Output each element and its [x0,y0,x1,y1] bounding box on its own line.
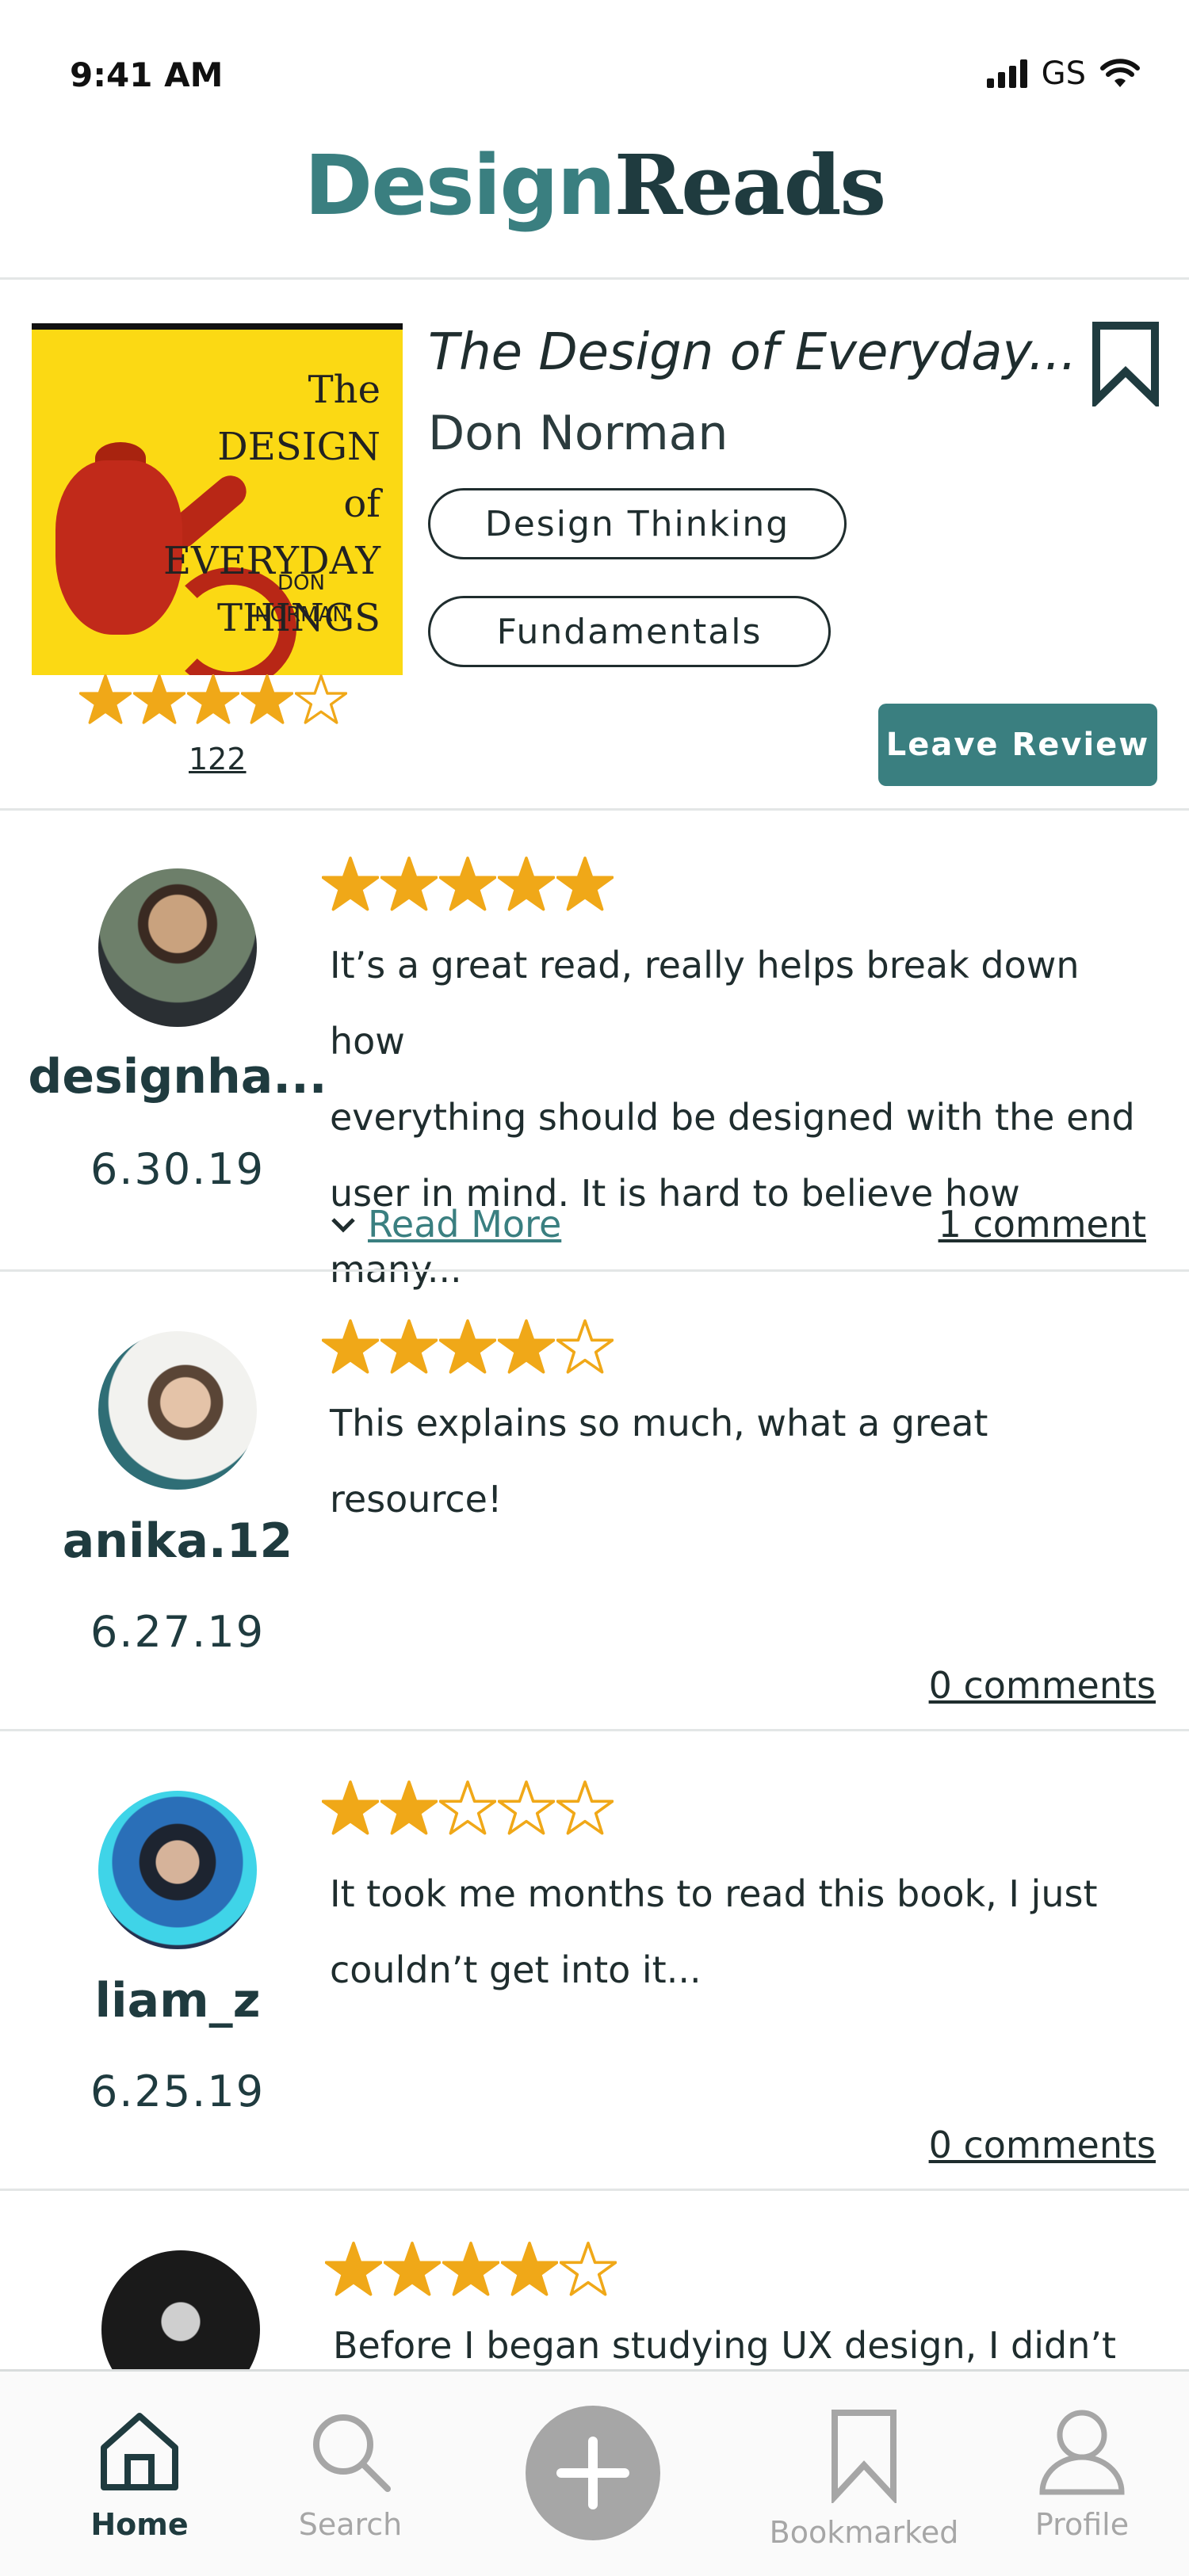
review-username[interactable]: designha... [3,1049,352,1105]
review-rating [322,1319,614,1376]
star-filled-icon [439,857,496,911]
tab-profile-label: Profile [1034,2507,1130,2542]
star-filled-icon [322,1319,379,1374]
bookmark-icon [832,2410,897,2505]
cover-author: DON NORMAN [238,567,365,631]
cover-author-line2: NORMAN [254,603,348,627]
rating-count[interactable]: 122 [189,742,247,777]
review-rating [322,1780,614,1837]
star-empty-icon [556,1319,614,1374]
star-empty-icon [295,674,347,724]
review-username[interactable]: liam_z [3,1973,352,2028]
comments-link[interactable]: 0 comments [929,1664,1156,1707]
carrier-label: GS [1041,55,1086,92]
tab-home-label: Home [90,2507,189,2542]
avatar[interactable] [98,1791,257,1949]
tab-bookmarked-label: Bookmarked [769,2515,959,2550]
review-text-line: everything should be designed with the e… [330,1096,1135,1139]
app-title-part1: Design [304,137,616,234]
tab-home[interactable]: Home [84,2408,195,2542]
star-empty-icon [556,1780,614,1835]
review-text-line: couldn’t get into it... [330,1948,702,1991]
star-filled-icon [133,674,185,724]
review-text-line: resource! [330,1478,503,1521]
star-filled-icon [556,857,614,911]
book-rating [79,674,347,726]
leave-review-button[interactable]: Leave Review [878,704,1157,786]
avatar[interactable] [98,868,257,1027]
cover-author-line1: DON [277,571,325,595]
star-filled-icon [501,2242,558,2296]
status-indicators: GS [986,55,1140,92]
review-rating [325,2241,617,2298]
star-filled-icon [439,1319,496,1374]
star-empty-icon [498,1780,555,1835]
plus-icon [556,2437,629,2509]
review-rating [322,856,614,913]
review-text-line: It took me months to read this book, I j… [330,1872,1098,1915]
tab-profile[interactable]: Profile [1024,2408,1140,2542]
comments-link[interactable]: 1 comment [939,1203,1146,1246]
divider-review [0,2189,1189,2191]
star-filled-icon [380,1780,438,1835]
review-text-line: This explains so much, what a great [330,1402,988,1444]
review-text: It took me months to read this book, I j… [330,1856,1154,2008]
review-date: 6.27.19 [90,1607,266,1657]
read-more-label[interactable]: Read More [368,1203,561,1246]
chevron-down-icon [331,1218,355,1233]
star-filled-icon [325,2242,382,2296]
cover-title-line1: The DESIGN [217,368,380,469]
avatar[interactable] [98,1331,257,1490]
review-text: This explains so much, what a great reso… [330,1385,1154,1537]
home-icon [101,2413,178,2490]
star-filled-icon [322,857,379,911]
divider-book [0,808,1189,811]
star-filled-icon [241,674,293,724]
star-empty-icon [439,1780,496,1835]
book-title[interactable]: The Design of Everyday... [428,323,1076,382]
star-filled-icon [322,1780,379,1835]
profile-icon [1039,2410,1125,2495]
star-filled-icon [442,2242,499,2296]
header-divider [0,277,1189,280]
wifi-icon [1100,59,1140,87]
add-button[interactable] [526,2406,660,2540]
review-text-line: It’s a great read, really helps break do… [330,944,1080,1063]
review-date: 6.30.19 [90,1144,266,1194]
star-filled-icon [498,857,555,911]
review-date: 6.25.19 [90,2067,266,2116]
tab-bookmarked[interactable]: Bookmarked [761,2408,967,2550]
book-author[interactable]: Don Norman [428,406,728,461]
app-title: DesignReads [0,136,1189,234]
comments-link[interactable]: 0 comments [929,2124,1156,2166]
divider-review [0,1729,1189,1731]
app-title-part2: Reads [614,136,886,234]
star-filled-icon [380,857,438,911]
bookmark-icon[interactable] [1090,321,1161,406]
tag-design-thinking[interactable]: Design Thinking [428,488,847,559]
review-text: It’s a great read, really helps break do… [330,927,1154,1307]
star-filled-icon [380,1319,438,1374]
status-time: 9:41 AM [70,55,224,94]
divider-review [0,1269,1189,1272]
star-filled-icon [79,674,132,724]
star-filled-icon [498,1319,555,1374]
signal-icon [986,59,1027,88]
star-filled-icon [384,2242,441,2296]
search-icon [313,2414,391,2492]
tab-search-label: Search [298,2507,403,2542]
tag-fundamentals[interactable]: Fundamentals [428,596,831,667]
tab-search[interactable]: Search [287,2408,414,2542]
star-empty-icon [560,2242,617,2296]
read-more-link[interactable]: Read More [330,1203,561,1246]
review-username[interactable]: anika.12 [3,1513,352,1569]
star-filled-icon [187,674,239,724]
book-cover: The DESIGN of EVERYDAY THINGS DON NORMAN [32,323,403,675]
